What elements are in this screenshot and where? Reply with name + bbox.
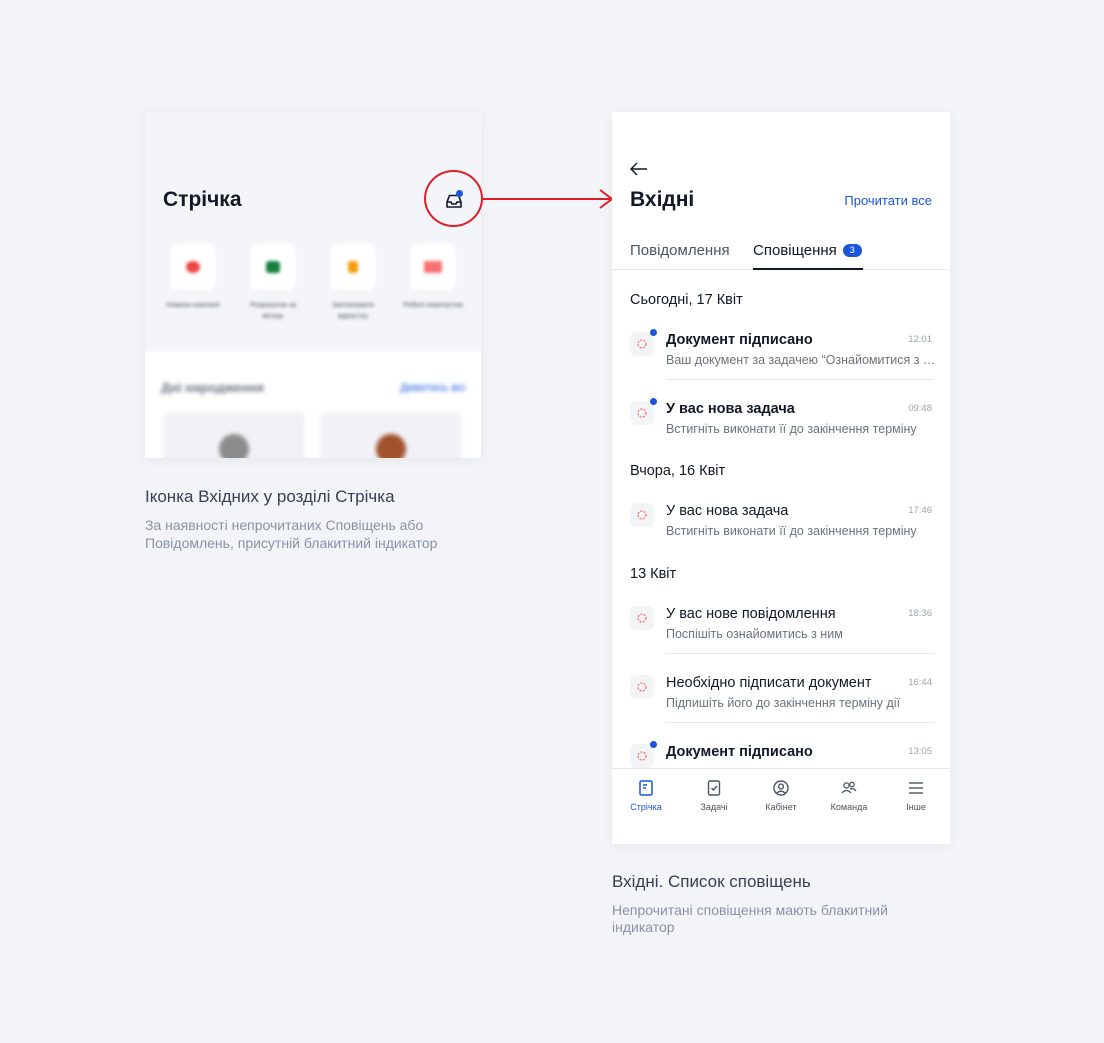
left-caption-text-line1: За наявності непрочитаних Сповіщень або [145,517,424,533]
nav-label: Інше [906,802,926,812]
shortcut-label: Робочі перепустки [403,302,463,309]
notification-icon [630,332,654,356]
notification-title: Необхідно підписати документ [666,675,872,691]
notification-text: Поспішіть ознайомитись з ним [666,627,843,641]
highlight-circle [424,170,483,227]
bottom-navigation: Стрічка Задачі Кабінет Команда Інше [612,768,950,844]
right-caption-title: Вхідні. Список сповіщень [612,872,811,891]
notification-item[interactable]: Необхідно підписати документ 16:44 Підпи… [612,661,950,723]
unread-indicator [650,741,657,748]
nav-label: Стрічка [630,802,662,812]
group-header-today: Сьогодні, 17 Квіт [630,292,743,308]
notification-item[interactable]: Документ підписано 12:01 Ваш документ за… [612,318,950,380]
notification-text: Встигніть виконати її до закінчення терм… [666,524,917,538]
unread-indicator [650,329,657,336]
notification-time: 17:46 [908,505,932,516]
group-header-yesterday: Вчора, 16 Квіт [630,463,726,479]
notification-time: 13:05 [908,746,932,757]
nav-tasks[interactable]: Задачі [680,779,748,812]
left-caption-title: Іконка Вхідних у розділі Стрічка [145,487,395,506]
feed-title: Стрічка [163,188,242,211]
notification-item[interactable]: У вас нова задача 09:48 Встигніть викона… [612,387,950,449]
shortcut-vacation[interactable]: Запланувати відпустку [321,244,385,322]
birthday-card[interactable] [320,412,462,458]
section-title: Дні народження [161,380,264,395]
wallet-icon [266,261,280,273]
notification-title: Документ підписано [666,744,813,760]
menu-icon [909,782,923,794]
notification-icon [630,675,654,699]
group-header-date: 13 Квіт [630,566,677,582]
news-icon [186,261,200,273]
nav-label: Задачі [700,802,728,812]
notification-time: 16:44 [908,677,932,688]
tab-label: Повідомлення [630,242,730,259]
notification-item[interactable]: У вас нова задача 17:46 Встигніть викона… [612,489,950,551]
see-all-link[interactable]: Дивитись всі [400,382,465,394]
shortcut-label: Новини компанії [166,302,220,309]
unread-count-badge: 3 [842,244,862,257]
shortcut-payroll[interactable]: Розрахунок за місяць [241,244,305,322]
profile-icon [773,780,789,796]
feed-shortcuts: Новини компанії Розрахунок за місяць Зап… [161,244,465,322]
notification-time: 18:36 [908,608,932,619]
back-arrow-icon[interactable] [630,162,648,176]
arrow-right-icon [482,189,614,209]
notification-text: Підпишіть його до закінчення терміну дії [666,696,901,710]
nav-label: Кабінет [765,802,797,812]
notification-text: Встигніть виконати її до закінчення терм… [666,422,917,436]
mark-all-read-button[interactable]: Прочитати все [844,193,932,208]
pass-icon [424,261,442,273]
nav-other[interactable]: Інше [882,779,950,812]
divider [666,379,934,380]
shortcut-passes[interactable]: Робочі перепустки [401,244,465,322]
tasks-icon [707,780,721,796]
notification-title: У вас нова задача [666,401,795,417]
shortcut-news[interactable]: Новини компанії [161,244,225,322]
notification-title: Документ підписано [666,332,813,348]
avatar [376,434,406,458]
shortcut-label: Розрахунок за місяць [249,302,297,320]
tab-messages[interactable]: Повідомлення [630,242,730,259]
nav-profile[interactable]: Кабінет [747,779,815,812]
notification-title: У вас нове повідомлення [666,606,836,622]
notification-icon [630,401,654,425]
divider [666,722,934,723]
nav-label: Команда [830,802,868,812]
notification-item[interactable]: У вас нове повідомлення 18:36 Поспішіть … [612,592,950,654]
left-caption-text-line2: Повідомлень, присутній блакитний індикат… [145,535,438,551]
nav-team[interactable]: Команда [815,779,883,812]
right-caption-text-line1: Непрочитані сповіщення мають блакитний [612,902,888,918]
trophy-icon [348,261,358,273]
shortcut-label: Запланувати відпустку [332,302,374,320]
inbox-screen: Вхідні Прочитати все Повідомлення Сповіщ… [612,112,950,844]
nav-feed[interactable]: Стрічка [612,779,680,812]
tab-label: Сповіщення [753,242,837,259]
feed-icon [639,780,653,796]
notification-time: 12:01 [908,334,932,345]
notification-title: У вас нова задача [666,503,789,519]
notification-text: Ваш документ за задачею “Ознайомитися з … [666,353,936,367]
inbox-tabs: Повідомлення Сповіщення 3 [612,236,950,270]
page-title: Вхідні [630,188,695,211]
unread-indicator [650,398,657,405]
notification-icon [630,503,654,527]
avatar [219,434,249,458]
right-caption-text-line2: індикатор [612,919,675,935]
notification-icon [630,744,654,768]
notification-list: Сьогодні, 17 Квіт Документ підписано 12:… [612,270,950,768]
team-icon [841,781,857,794]
notification-icon [630,606,654,630]
feed-screen-preview: Стрічка Новини компанії Розрахунок за мі… [145,112,481,458]
tab-notifications[interactable]: Сповіщення 3 [753,242,862,259]
divider [666,653,934,654]
notification-time: 09:48 [908,403,932,414]
birthdays-section: Дні народження Дивитись всі [145,352,481,458]
notification-item[interactable]: Документ підписано 13:05 [612,730,950,768]
birthday-card[interactable] [163,412,305,458]
